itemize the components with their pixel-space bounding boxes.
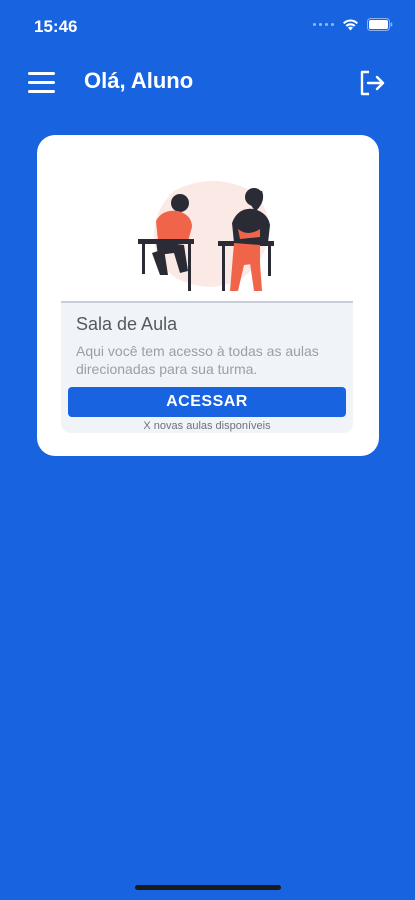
menu-icon[interactable] — [28, 72, 56, 94]
logout-icon[interactable] — [357, 68, 387, 98]
card-title: Sala de Aula — [76, 314, 178, 334]
page-title: Olá, Aluno — [84, 68, 194, 93]
new-lessons-note: X novas aulas disponíveis — [143, 420, 271, 432]
status-bar: 15:46 — [0, 0, 415, 52]
students-illustration — [138, 181, 274, 291]
card-description: Aqui você tem acesso à todas as aulas di… — [76, 343, 319, 377]
classroom-card: Sala de Aula Aqui você tem acesso à toda… — [37, 135, 379, 456]
status-time: 15:46 — [34, 17, 78, 36]
home-indicator — [135, 885, 281, 890]
signal-icon — [313, 23, 334, 26]
status-icons — [313, 18, 393, 31]
app-header: Olá, Aluno — [0, 60, 415, 106]
battery-icon — [367, 18, 393, 31]
wifi-icon — [343, 19, 358, 31]
access-button[interactable]: ACESSAR — [68, 387, 346, 417]
classroom-panel: Sala de Aula Aqui você tem acesso à toda… — [61, 301, 353, 433]
